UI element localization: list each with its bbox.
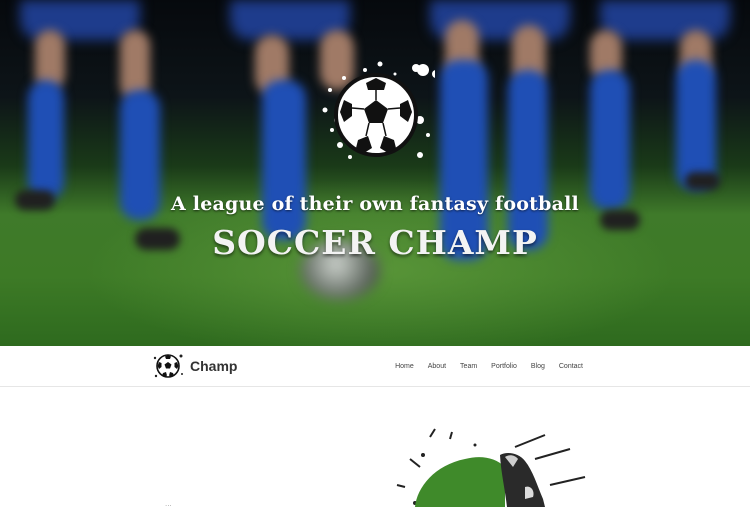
- main-menu: Home About Team Portfolio Blog Contact: [388, 346, 590, 386]
- nav-link-portfolio[interactable]: Portfolio: [484, 363, 524, 370]
- nav-link-about[interactable]: About: [421, 363, 453, 370]
- soccer-player-splash-image: [396, 428, 586, 507]
- player-sock: [262, 80, 306, 240]
- soccer-ball-icon: [153, 354, 183, 378]
- nav-link-home[interactable]: Home: [388, 363, 421, 370]
- soccer-ball-splash-icon: [322, 61, 435, 159]
- nav-link-team[interactable]: Team: [453, 363, 484, 370]
- player-sock: [676, 60, 716, 190]
- player-sock: [28, 80, 64, 200]
- about-section: ...: [0, 387, 750, 508]
- player-shorts: [600, 0, 730, 40]
- top-navigation-bar: Champ Home About Team Portfolio Blog Con…: [0, 346, 750, 387]
- nav-link-blog[interactable]: Blog: [524, 363, 552, 370]
- brand-logo-link[interactable]: Champ: [152, 350, 237, 382]
- hero-tagline: A league of their own fantasy football: [171, 193, 579, 215]
- brand-name: Champ: [190, 358, 238, 374]
- hero-banner: A league of their own fantasy football S…: [0, 0, 750, 346]
- hero-title: SOCCER CHAMP: [212, 223, 538, 262]
- player-sock: [590, 70, 630, 210]
- player-boot: [685, 172, 720, 190]
- nav-link-contact[interactable]: Contact: [552, 363, 590, 370]
